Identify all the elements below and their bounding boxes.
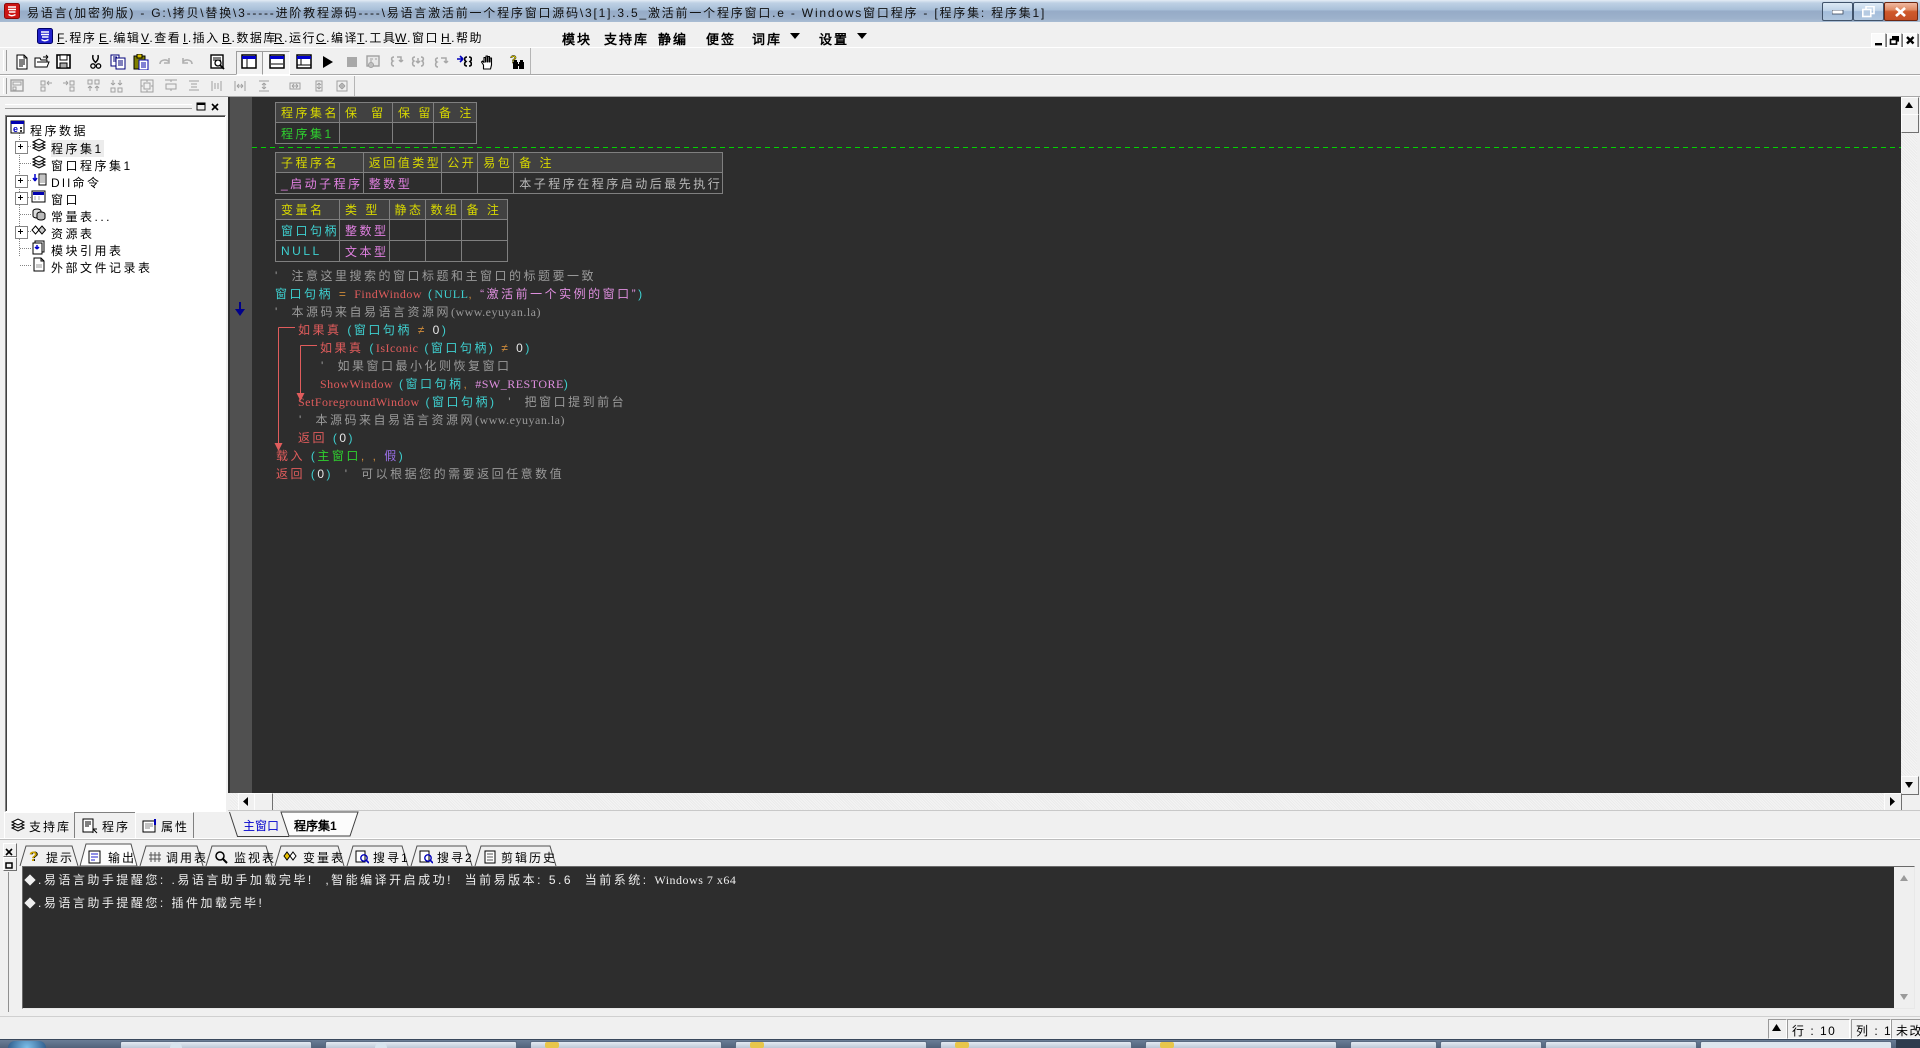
svg-text:e: e [13, 124, 18, 134]
